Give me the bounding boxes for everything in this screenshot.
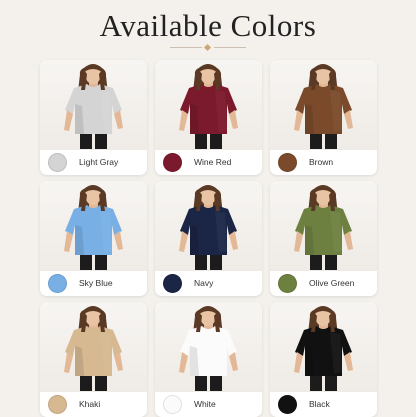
title-divider: [170, 43, 246, 52]
tshirt-photo: [155, 60, 262, 150]
tshirt-photo: [40, 181, 147, 271]
color-grid: Light Gray Wine Red Brown Sky Blue Navy …: [40, 60, 377, 417]
color-swatch: [48, 152, 67, 172]
color-card-light-gray[interactable]: Light Gray: [40, 60, 147, 175]
color-card-sky-blue[interactable]: Sky Blue: [40, 181, 147, 296]
tshirt-photo: [270, 181, 377, 271]
tshirt-photo: [40, 60, 147, 150]
color-name: Sky Blue: [79, 278, 113, 288]
color-card-navy[interactable]: Navy: [155, 181, 262, 296]
color-name: Wine Red: [194, 157, 232, 167]
color-card-khaki[interactable]: Khaki: [40, 302, 147, 417]
tshirt-photo: [40, 302, 147, 392]
color-name: Black: [309, 399, 330, 409]
tshirt-photo: [155, 181, 262, 271]
color-card-black[interactable]: Black: [270, 302, 377, 417]
tshirt-photo: [270, 302, 377, 392]
color-swatch: [278, 394, 297, 414]
color-name: White: [194, 399, 216, 409]
tshirt-photo: [270, 60, 377, 150]
color-swatch: [48, 273, 67, 293]
color-name: Olive Green: [309, 278, 355, 288]
color-swatch: [163, 152, 182, 172]
color-name: Brown: [309, 157, 334, 167]
color-swatch: [278, 273, 297, 293]
color-swatch: [163, 273, 182, 293]
color-card-olive-green[interactable]: Olive Green: [270, 181, 377, 296]
color-swatch: [278, 152, 297, 172]
color-name: Navy: [194, 278, 214, 288]
color-card-white[interactable]: White: [155, 302, 262, 417]
color-swatch: [163, 394, 182, 414]
tshirt-photo: [155, 302, 262, 392]
diamond-ornament-icon: [203, 43, 212, 52]
color-options-page: Available Colors Light Gray Wine Red Bro…: [0, 0, 416, 417]
color-card-brown[interactable]: Brown: [270, 60, 377, 175]
color-name: Light Gray: [79, 157, 119, 167]
color-name: Khaki: [79, 399, 101, 409]
color-swatch: [48, 394, 67, 414]
page-title: Available Colors: [99, 8, 317, 43]
color-card-wine-red[interactable]: Wine Red: [155, 60, 262, 175]
